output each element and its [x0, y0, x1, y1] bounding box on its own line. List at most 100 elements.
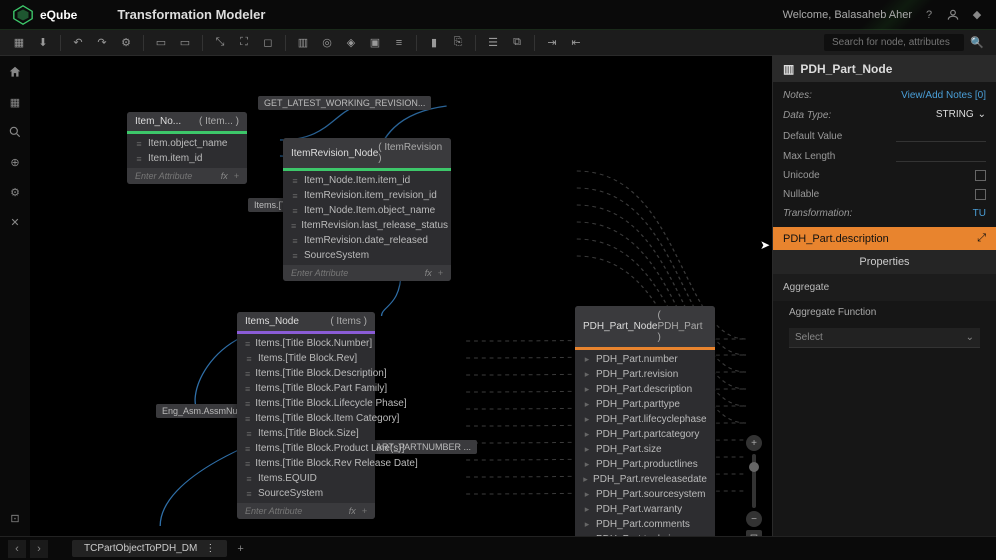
node-row[interactable]: ≡Items.EQUID [237, 471, 375, 486]
node-row[interactable]: ≡Item_Node.Item.item_id [283, 173, 451, 188]
chevron-down-icon: ⌄ [978, 109, 986, 120]
align4-icon[interactable]: ▣ [364, 33, 386, 53]
align5-icon[interactable]: ≡ [388, 33, 410, 53]
node-row[interactable]: ≡Items.[Title Block.Product Line(s)] [237, 441, 375, 456]
properties-section[interactable]: Properties [773, 250, 996, 274]
node-row[interactable]: ≡ItemRevision.item_revision_id [283, 188, 451, 203]
node-row[interactable]: ▸PDH_Part.parttype [575, 397, 715, 412]
node-row[interactable]: ≡Item_Node.Item.object_name [283, 203, 451, 218]
add-icon[interactable]: ⊕ [7, 154, 23, 170]
node-row[interactable]: ▸PDH_Part.revreleasedate [575, 472, 715, 487]
node-filter[interactable]: Enter Attributefx+ [237, 503, 375, 519]
crop-icon[interactable]: ◻ [257, 33, 279, 53]
node-row[interactable]: ≡Items.[Title Block.Rev Release Date] [237, 456, 375, 471]
node-row[interactable]: ≡ItemRevision.date_released [283, 233, 451, 248]
node-row[interactable]: ▸PDH_Part.description [575, 382, 715, 397]
apps-icon[interactable]: ▦ [7, 94, 23, 110]
search-rail-icon[interactable] [7, 124, 23, 140]
layers-icon[interactable]: ⧉ [506, 33, 528, 53]
compress-icon[interactable]: ⤡ [209, 33, 231, 53]
node-row[interactable]: ▸PDH_Part.warranty [575, 502, 715, 517]
default-input[interactable] [896, 130, 986, 142]
node-row[interactable]: ▸PDH_Part.size [575, 442, 715, 457]
settings-icon[interactable]: ⚙ [7, 184, 23, 200]
tab-menu-icon[interactable]: ⋮ [205, 543, 215, 554]
aggregate-select[interactable]: Select ⌄ [789, 328, 980, 348]
stack-icon[interactable]: ☰ [482, 33, 504, 53]
node-row[interactable]: ▸PDH_Part.partcategory [575, 427, 715, 442]
node-row[interactable]: ≡Items.[Title Block.Rev] [237, 351, 375, 366]
node-row[interactable]: ≡Item.object_name [127, 136, 247, 151]
next-page-button[interactable]: › [30, 540, 48, 558]
export-icon[interactable]: ⇤ [565, 33, 587, 53]
node-items[interactable]: Items_Node( Items ) ≡Items.[Title Block.… [237, 312, 375, 519]
copy-icon[interactable]: ⎘ [447, 33, 469, 53]
user-icon[interactable] [946, 8, 960, 22]
node-row[interactable]: ≡Items.[Title Block.Size] [237, 426, 375, 441]
tools-icon[interactable]: ✕ [7, 214, 23, 230]
search-icon[interactable]: 🔍 [966, 33, 988, 53]
card1-icon[interactable]: ▭ [150, 33, 172, 53]
node-row[interactable]: ▸PDH_Part.number [575, 352, 715, 367]
panel-title: ▥ PDH_Part_Node [773, 56, 996, 82]
help-icon[interactable]: ? [922, 8, 936, 22]
new-icon[interactable]: ▦ [8, 33, 30, 53]
selected-attribute[interactable]: PDH_Part.description ⤢ [773, 227, 996, 250]
expand-icon[interactable]: ⛶ [233, 33, 255, 53]
node-row[interactable]: ▸PDH_Part.productlines [575, 457, 715, 472]
notes-label: Notes: [783, 90, 812, 101]
maxlen-input[interactable] [896, 150, 986, 162]
redo-icon[interactable]: ↷ [91, 33, 113, 53]
expand-icon[interactable]: ⤢ [977, 232, 986, 245]
zoom-in-button[interactable]: + [746, 435, 762, 451]
footer-tab[interactable]: TCPartObjectToPDH_DM ⋮ [72, 540, 227, 557]
default-label: Default Value [783, 131, 842, 142]
node-itemrev-name: ItemRevision_Node [291, 148, 378, 159]
note-icon[interactable]: ▮ [423, 33, 445, 53]
datatype-select[interactable]: STRING ⌄ [936, 109, 986, 122]
maxlen-label: Max Length [783, 151, 835, 162]
nullable-checkbox[interactable] [975, 189, 986, 200]
zoom-out-button[interactable]: − [746, 511, 762, 527]
align2-icon[interactable]: ◎ [316, 33, 338, 53]
zoom-slider[interactable] [752, 454, 756, 508]
transform-link[interactable]: TU [973, 208, 986, 219]
save-icon[interactable]: ⬇ [32, 33, 54, 53]
node-row[interactable]: ≡Item.item_id [127, 151, 247, 166]
node-filter[interactable]: Enter Attributefx+ [283, 265, 451, 281]
undo-icon[interactable]: ↶ [67, 33, 89, 53]
home-icon[interactable] [7, 64, 23, 80]
card2-icon[interactable]: ▭ [174, 33, 196, 53]
unicode-checkbox[interactable] [975, 170, 986, 181]
more-icon[interactable]: ⊡ [7, 510, 23, 526]
diamond-icon[interactable]: ◆ [970, 8, 984, 22]
prev-page-button[interactable]: ‹ [8, 540, 26, 558]
node-row[interactable]: ▸PDH_Part.comments [575, 517, 715, 532]
node-row[interactable]: ≡SourceSystem [283, 248, 451, 263]
node-row[interactable]: ≡Items.[Title Block.Part Family] [237, 381, 375, 396]
node-row[interactable]: ≡Items.[Title Block.Description] [237, 366, 375, 381]
node-row[interactable]: ≡Items.[Title Block.Lifecycle Phase] [237, 396, 375, 411]
notes-link[interactable]: View/Add Notes [0] [901, 90, 986, 101]
add-tab-button[interactable]: + [237, 543, 243, 555]
node-row[interactable]: ▸PDH_Part.lifecyclephase [575, 412, 715, 427]
node-item-name: Item_No... [135, 116, 181, 127]
node-row[interactable]: ≡SourceSystem [237, 486, 375, 501]
node-row[interactable]: ≡ItemRevision.last_release_status [283, 218, 451, 233]
search-input[interactable] [824, 34, 964, 51]
logo-icon [12, 4, 34, 26]
node-itemrev[interactable]: ItemRevision_Node( ItemRevision ) ≡Item_… [283, 138, 451, 281]
node-row[interactable]: ▸PDH_Part.revision [575, 367, 715, 382]
node-item[interactable]: Item_No...( Item... ) ≡Item.object_name … [127, 112, 247, 184]
import-icon[interactable]: ⇥ [541, 33, 563, 53]
align1-icon[interactable]: ▥ [292, 33, 314, 53]
node-row[interactable]: ▸PDH_Part.sourcesystem [575, 487, 715, 502]
aggregate-fn-label: Aggregate Function [773, 301, 996, 324]
align3-icon[interactable]: ◈ [340, 33, 362, 53]
node-filter[interactable]: Enter Attributefx+ [127, 168, 247, 184]
node-pdh[interactable]: PDH_Part_Node( PDH_Part ) ▸PDH_Part.numb… [575, 306, 715, 536]
node-items-type: ( Items ) [330, 316, 367, 327]
gear-icon[interactable]: ⚙ [115, 33, 137, 53]
node-row[interactable]: ≡Items.[Title Block.Number] [237, 336, 375, 351]
node-row[interactable]: ≡Items.[Title Block.Item Category] [237, 411, 375, 426]
